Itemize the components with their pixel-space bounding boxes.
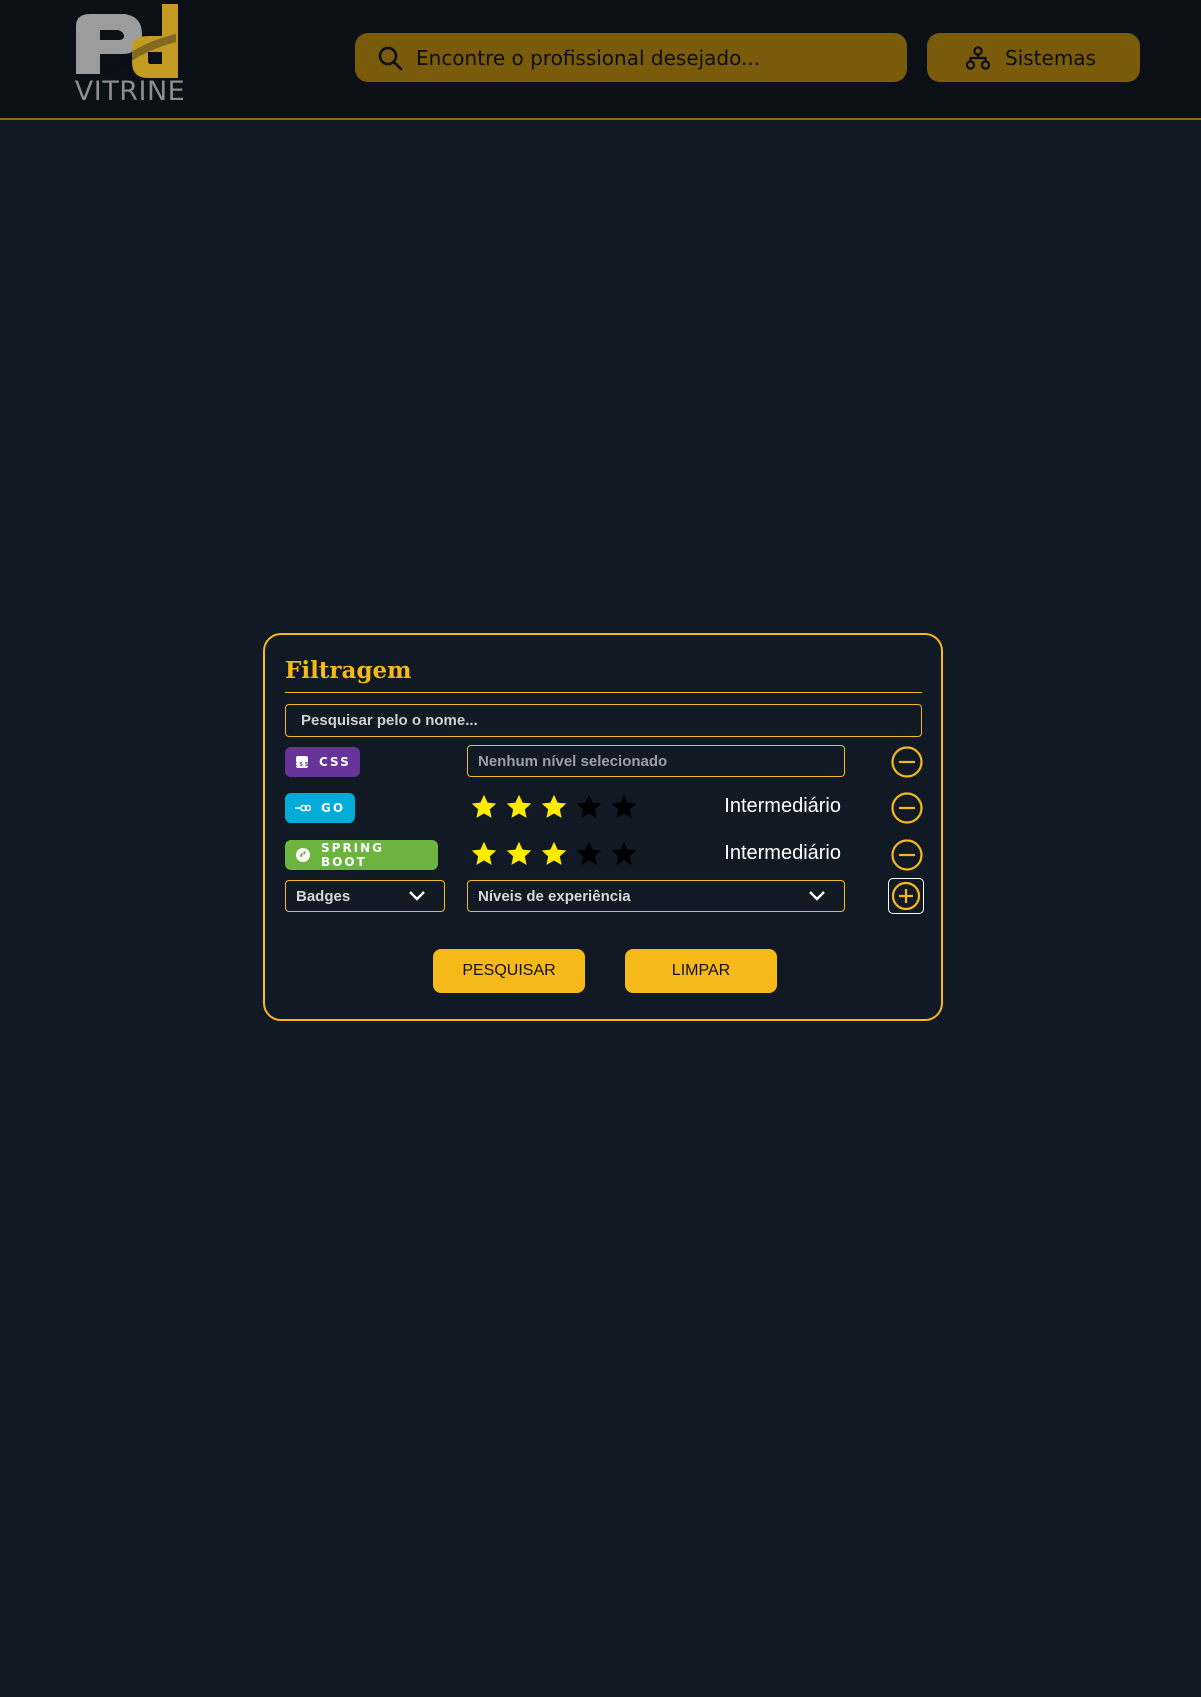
star-empty-icon[interactable] xyxy=(575,840,603,868)
badge-go-label: GO xyxy=(321,801,346,815)
logo-text: VITRINE xyxy=(74,76,186,107)
clear-button[interactable]: LIMPAR xyxy=(625,949,777,993)
sitemap-icon xyxy=(965,45,991,70)
star-filled-icon[interactable] xyxy=(505,840,533,868)
filter-title: Filtragem xyxy=(285,657,412,684)
star-empty-icon[interactable] xyxy=(575,793,603,821)
badges-select-value: Badges xyxy=(296,887,351,905)
filter-panel: Filtragem CSS CSS Nenhum nível seleciona… xyxy=(263,633,943,1021)
chevron-down-icon xyxy=(809,891,825,901)
systems-label: Sistemas xyxy=(1005,45,1096,70)
level-label-go: Intermediário xyxy=(724,795,841,817)
star-filled-icon[interactable] xyxy=(470,840,498,868)
vitrine-logo[interactable]: VITRINE xyxy=(72,4,188,108)
badge-css-label: CSS xyxy=(319,755,351,769)
search-icon xyxy=(378,46,403,70)
experience-level-select-value: Níveis de experiência xyxy=(478,887,631,905)
level-select-css[interactable]: Nenhum nível selecionado xyxy=(467,745,845,777)
logo-mark-icon xyxy=(76,4,178,78)
plus-circle-icon xyxy=(891,881,921,911)
minus-circle-icon xyxy=(891,746,923,778)
name-search-input[interactable] xyxy=(285,704,922,737)
badge-spring-boot-label: SPRING BOOT xyxy=(321,841,385,869)
svg-text:CSS: CSS xyxy=(295,762,309,768)
star-rating-go[interactable] xyxy=(470,793,638,821)
professional-search-input[interactable] xyxy=(414,44,888,71)
star-filled-icon[interactable] xyxy=(540,793,568,821)
level-label-spring-boot: Intermediário xyxy=(724,842,841,864)
title-divider xyxy=(285,692,922,693)
minus-circle-icon xyxy=(891,839,923,871)
badges-select[interactable]: Badges xyxy=(285,880,445,912)
css-icon: CSS xyxy=(295,754,309,770)
spring-icon xyxy=(295,847,311,863)
search-button[interactable]: PESQUISAR xyxy=(433,949,585,993)
badge-css: CSS CSS xyxy=(285,747,360,777)
star-filled-icon[interactable] xyxy=(540,840,568,868)
badge-spring-boot: SPRING BOOT xyxy=(285,840,438,870)
remove-spring-boot-button[interactable] xyxy=(890,838,924,872)
star-filled-icon[interactable] xyxy=(470,793,498,821)
star-rating-spring-boot[interactable] xyxy=(470,840,638,868)
top-navbar: VITRINE Sistemas xyxy=(0,0,1201,120)
experience-level-select[interactable]: Níveis de experiência xyxy=(467,880,845,912)
chevron-down-icon xyxy=(409,891,425,901)
minus-circle-icon xyxy=(891,792,923,824)
star-filled-icon[interactable] xyxy=(505,793,533,821)
badge-go: GO xyxy=(285,793,355,823)
add-filter-button[interactable] xyxy=(888,878,924,914)
star-empty-icon[interactable] xyxy=(610,793,638,821)
remove-go-button[interactable] xyxy=(890,791,924,825)
professional-search-bar[interactable] xyxy=(355,33,907,82)
star-empty-icon[interactable] xyxy=(610,840,638,868)
remove-css-button[interactable] xyxy=(890,745,924,779)
level-placeholder: Nenhum nível selecionado xyxy=(478,752,668,770)
systems-button[interactable]: Sistemas xyxy=(927,33,1140,82)
go-icon xyxy=(295,800,311,816)
